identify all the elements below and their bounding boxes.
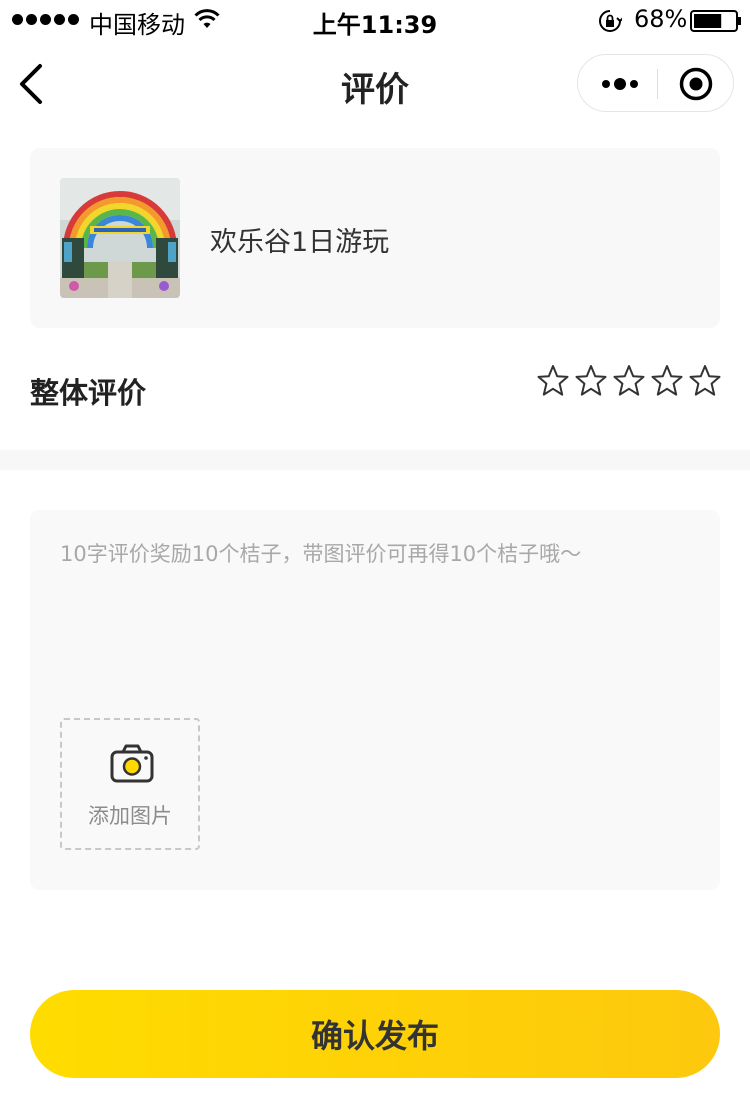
product-card: 欢乐谷1日游玩	[30, 148, 720, 328]
rotation-lock-icon	[599, 10, 622, 32]
add-photo-button[interactable]: 添加图片	[60, 718, 200, 850]
comment-box: 添加图片	[30, 510, 720, 890]
status-bar: 中国移动 上午11:39 68%	[0, 0, 750, 40]
more-dots-icon[interactable]	[598, 71, 644, 97]
add-photo-label: 添加图片	[88, 804, 172, 828]
nav-bar: 评价	[0, 40, 750, 128]
product-name: 欢乐谷1日游玩	[210, 227, 390, 258]
comment-input[interactable]	[60, 538, 690, 688]
battery-percent: 68%	[634, 5, 688, 33]
product-thumbnail	[60, 178, 180, 298]
battery-icon	[690, 10, 741, 32]
submit-button[interactable]: 确认发布	[30, 990, 720, 1078]
mini-program-capsule	[577, 54, 734, 112]
star-rating[interactable]	[537, 364, 721, 398]
overall-rating-label: 整体评价	[30, 376, 147, 410]
star-icon[interactable]	[613, 364, 645, 398]
camera-icon	[110, 744, 154, 783]
star-icon[interactable]	[537, 364, 569, 398]
target-icon[interactable]	[678, 66, 714, 102]
star-icon[interactable]	[651, 364, 683, 398]
submit-button-label: 确认发布	[310, 1017, 439, 1055]
capsule-divider	[657, 69, 658, 99]
star-icon[interactable]	[575, 364, 607, 398]
section-divider	[0, 450, 750, 470]
star-icon[interactable]	[689, 364, 721, 398]
